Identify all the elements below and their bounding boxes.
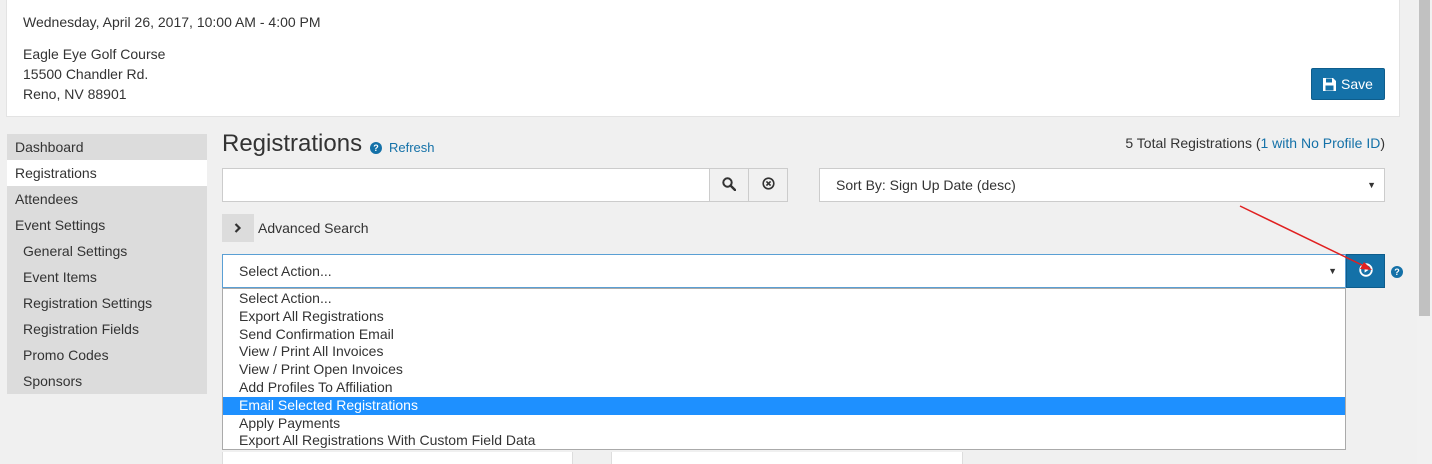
sidebar-item-promo-codes[interactable]: Promo Codes [7,342,207,368]
results-panel-left [222,452,573,464]
no-profile-id-link[interactable]: 1 with No Profile ID [1261,135,1381,151]
total-suffix: ) [1380,135,1385,151]
action-option[interactable]: Export All Registrations [223,308,1345,326]
action-option[interactable]: View / Print All Invoices [223,343,1345,361]
times-circle-icon [761,177,775,193]
question-circle-icon[interactable]: ? [370,142,382,154]
event-info-card: Wednesday, April 26, 2017, 10:00 AM - 4:… [6,0,1400,117]
action-option[interactable]: Export All Registrations With Custom Fie… [223,432,1345,450]
sidebar-item-dashboard[interactable]: Dashboard [7,134,207,160]
caret-down-icon: ▼ [1328,266,1337,276]
action-option[interactable]: Apply Payments [223,415,1345,433]
search-input[interactable] [222,168,710,202]
event-address: Eagle Eye Golf Course 15500 Chandler Rd.… [23,44,165,104]
sidebar-item-registration-fields[interactable]: Registration Fields [7,316,207,342]
total-prefix: 5 Total Registrations ( [1125,135,1261,151]
action-option[interactable]: View / Print Open Invoices [223,361,1345,379]
floppy-disk-icon [1323,77,1337,91]
advanced-search-label[interactable]: Advanced Search [258,220,369,236]
run-action-button[interactable] [1346,254,1385,288]
sidebar-item-general-settings[interactable]: General Settings [7,238,207,264]
action-option[interactable]: Add Profiles To Affiliation [223,379,1345,397]
sort-value: Sort By: Sign Up Date (desc) [836,177,1016,193]
sidebar-item-event-settings[interactable]: Event Settings [7,212,207,238]
save-button[interactable]: Save [1311,68,1385,100]
question-circle-icon[interactable]: ? [1391,266,1403,278]
scrollbar-thumb[interactable] [1419,0,1430,316]
save-label: Save [1341,76,1373,92]
magnifier-icon [722,176,737,194]
city-state-zip: Reno, NV 88901 [23,86,127,102]
refresh-link[interactable]: Refresh [389,140,435,155]
sidebar-item-registration-settings[interactable]: Registration Settings [7,290,207,316]
caret-down-icon: ▼ [1367,180,1376,190]
sidebar-item-attendees[interactable]: Attendees [7,186,207,212]
advanced-search-toggle[interactable] [222,214,254,242]
sidebar-item-event-items[interactable]: Event Items [7,264,207,290]
sidebar-item-registrations[interactable]: Registrations [7,160,207,186]
action-option[interactable]: Send Confirmation Email [223,326,1345,344]
total-registrations: 5 Total Registrations (1 with No Profile… [1125,135,1385,151]
action-option[interactable]: Select Action... [223,290,1345,308]
results-panel-right [611,452,963,464]
sort-select[interactable]: Sort By: Sign Up Date (desc) ▼ [819,168,1385,202]
chevron-right-icon [234,220,242,236]
action-dropdown-list: Select Action... Export All Registration… [222,288,1346,450]
action-select-value: Select Action... [239,263,332,279]
street-address: 15500 Chandler Rd. [23,66,149,82]
event-date: Wednesday, April 26, 2017, 10:00 AM - 4:… [23,14,321,30]
clear-search-button[interactable] [748,168,788,202]
page-title: Registrations [222,130,363,157]
sidebar-item-sponsors[interactable]: Sponsors [7,368,207,394]
action-select[interactable]: Select Action... ▼ [222,254,1346,288]
venue-name: Eagle Eye Golf Course [23,46,166,62]
sidebar-nav: Dashboard Registrations Attendees Event … [7,134,207,394]
play-circle-icon [1358,262,1373,280]
action-option-highlighted[interactable]: Email Selected Registrations [223,396,1345,415]
search-button[interactable] [709,168,749,202]
